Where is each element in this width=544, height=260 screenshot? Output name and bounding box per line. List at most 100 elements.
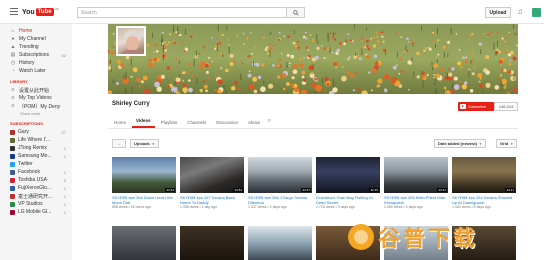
subscription-item[interactable]: Facebook 1 — [0, 168, 72, 176]
library-item-label: 设置从此开始 — [19, 87, 50, 94]
subscription-count: 1 — [63, 145, 66, 151]
video-duration: 24:47 — [301, 188, 311, 192]
subscription-item[interactable]: LG Mobile Gl... 1 — [0, 208, 72, 216]
subscription-item[interactable]: FujiXeroxGlo... 1 — [0, 184, 72, 192]
subscriptions-heading: SUBSCRIPTIONS — [10, 121, 43, 126]
view-dropdown[interactable]: Grid ▼ — [496, 139, 518, 148]
subscription-item[interactable]: Toshiba USA 2 — [0, 176, 72, 184]
subscription-count: 27 — [61, 129, 66, 135]
sidebar-item-history[interactable]: ◷ History — [0, 59, 72, 67]
channel-search-icon[interactable]: ⌕ — [264, 118, 275, 128]
channel-avatar-icon — [10, 177, 15, 183]
tab-playlists[interactable]: Playlists — [157, 120, 182, 128]
playlist-icon: ≡ — [11, 95, 15, 101]
subscriber-count: 146,424 — [494, 102, 518, 111]
search-input[interactable]: Search — [77, 7, 287, 18]
back-button[interactable]: ← — [112, 139, 126, 148]
sidebar-item-label: Trending — [19, 44, 39, 50]
logo-tube-text: Tube — [35, 8, 54, 16]
channel-avatar-icon — [10, 137, 15, 143]
subscription-item[interactable]: Samsung Mo... 1 — [0, 152, 72, 160]
subscription-item[interactable]: Twitter — [0, 160, 72, 168]
subscription-item[interactable]: 富士通研究开... 1 — [0, 192, 72, 200]
video-thumbnail[interactable]: 24:53 — [180, 157, 244, 193]
back-arrow-icon: ← — [117, 141, 121, 146]
video-thumbnail[interactable] — [248, 226, 312, 260]
sidebar-item-my-channel[interactable]: ● My Channel — [0, 35, 72, 43]
video-card[interactable]: 24:17 SKYRIM eps 264 Serana Showed Up At … — [452, 157, 516, 210]
sidebar-item-trending[interactable]: ▲ Trending — [0, 43, 72, 51]
video-card[interactable]: 22:24 SKYRIM eps 268 Down Under the Moon … — [112, 157, 176, 210]
sidebar-item-label: My Channel — [19, 36, 46, 42]
subscription-label: Toshiba USA — [18, 177, 47, 183]
library-item[interactable]: ≡ 设置从此开始 — [0, 86, 72, 94]
video-duration: 32:15 — [369, 188, 379, 192]
subscription-count: 1 — [63, 153, 66, 159]
video-meta: 1,338 views • 1 day ago — [180, 205, 218, 209]
video-thumbnail[interactable]: 32:15 — [316, 157, 380, 193]
tab-discussion[interactable]: Discussion — [212, 120, 242, 128]
tab-channels[interactable]: Channels — [183, 120, 210, 128]
subscription-label: LG Mobile Gl... — [18, 209, 52, 215]
account-avatar[interactable] — [532, 8, 541, 17]
sidebar-item-subscriptions[interactable]: ▤ Subscriptions 52 — [0, 51, 72, 59]
subscription-count: 1 — [63, 185, 66, 191]
video-title[interactable]: SKYRIM eps 267 Serana Back Home To Daddy — [180, 195, 244, 205]
video-title[interactable]: SKYRIM eps 265 Moth Priest Was Kidnapped… — [384, 195, 448, 205]
channel-avatar-icon — [10, 169, 15, 175]
youtube-logo[interactable]: You Tube HK — [22, 7, 59, 17]
view-label: Grid — [500, 141, 509, 146]
video-card[interactable]: 23:21 SKYRIM eps 265 Moth Priest Was Kidn… — [384, 157, 448, 210]
subscription-item[interactable]: JTong Remix 1 — [0, 144, 72, 152]
clock-icon: ◔ — [11, 68, 15, 74]
video-title[interactable]: Grandma's Grab Bag Fishing #1 Dead Secre… — [316, 195, 380, 205]
subscription-item[interactable]: Gary 27 — [0, 128, 72, 136]
video-thumbnail[interactable]: 23:21 — [384, 157, 448, 193]
tab-videos[interactable]: Videos — [132, 118, 155, 128]
video-title[interactable]: SKYRIM eps 264 Serana Showed Up At Dawng… — [452, 195, 516, 205]
video-thumbnail[interactable]: 24:47 — [248, 157, 312, 193]
video-title[interactable]: SKYRIM eps 268 Down Under the Moon Dial — [112, 195, 176, 205]
menu-icon[interactable] — [10, 8, 18, 15]
notifications-icon[interactable]: ♫ — [517, 7, 523, 17]
library-item[interactable]: ≡ （POM）My Deny — [0, 102, 72, 110]
video-thumbnail[interactable] — [180, 226, 244, 260]
video-card[interactable]: 32:15 Grandma's Grab Bag Fishing #1 Dead … — [316, 157, 380, 210]
subscription-label: Gary — [18, 129, 29, 135]
video-thumbnail[interactable]: 24:17 — [452, 157, 516, 193]
video-card[interactable]: 24:53 SKYRIM eps 267 Serana Back Home To … — [180, 157, 244, 210]
show-more-link[interactable]: Show more — [0, 110, 72, 117]
flower-field-image — [108, 24, 518, 94]
logo-region: HK — [54, 7, 59, 11]
search-button[interactable] — [287, 7, 305, 18]
video-thumbnail[interactable] — [112, 226, 176, 260]
subscription-count: 2 — [63, 177, 66, 183]
video-meta: 1,347 views • 2 days ago — [248, 205, 287, 209]
subscription-label: VP Studios — [18, 201, 43, 207]
subscription-item[interactable]: VP Studios 1 — [0, 200, 72, 208]
video-thumbnail[interactable]: 22:24 — [112, 157, 176, 193]
channel-banner — [108, 24, 518, 94]
channel-avatar-icon — [10, 129, 15, 135]
sort-dropdown[interactable]: Date added (newest) ▼ — [434, 139, 486, 148]
tab-home[interactable]: Home — [110, 120, 130, 128]
library-item[interactable]: ≡ My Top Videos — [0, 94, 72, 102]
video-card[interactable]: 24:47 SKYRIM eps 266 J'Zargo Serana Dilem… — [248, 157, 312, 210]
channel-avatar-icon — [10, 153, 15, 159]
sidebar-item-watch-later[interactable]: ◔ Watch Later — [0, 67, 72, 75]
tab-about[interactable]: About — [244, 120, 264, 128]
sidebar-item-home[interactable]: ⌂ Home — [0, 27, 72, 35]
channel-avatar[interactable] — [116, 26, 146, 56]
library-item-label: My Top Videos — [19, 95, 52, 101]
subscription-item[interactable]: Life Where I'... — [0, 136, 72, 144]
flame-icon: ▲ — [10, 44, 16, 50]
subscription-count: 1 — [63, 193, 66, 199]
uploads-label: Uploads — [134, 141, 150, 146]
channel-avatar-icon — [10, 209, 15, 215]
chevron-down-icon: ▼ — [151, 141, 155, 146]
video-title[interactable]: SKYRIM eps 266 J'Zargo Serana Dilemma — [248, 195, 312, 205]
subscribe-button[interactable]: Subscribe — [458, 102, 494, 111]
upload-button[interactable]: Upload — [485, 7, 511, 18]
subscription-label: Samsung Mo... — [18, 153, 52, 159]
uploads-dropdown[interactable]: Uploads ▼ — [130, 139, 159, 148]
